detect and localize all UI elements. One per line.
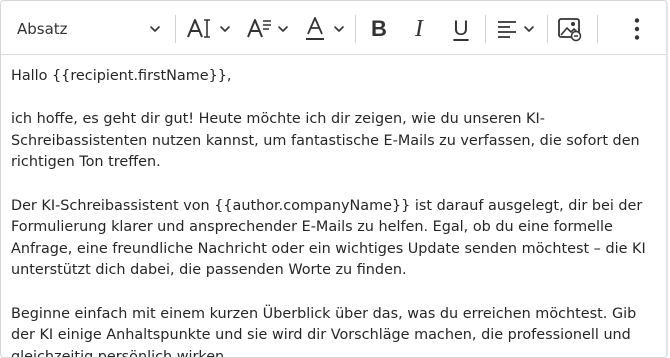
- underline-button[interactable]: U: [447, 12, 475, 46]
- italic-icon: I: [415, 15, 423, 42]
- insert-image-button[interactable]: [555, 12, 585, 46]
- toolbar-separator: [175, 15, 176, 43]
- more-icon: [634, 18, 640, 40]
- chevron-down-icon: [150, 26, 160, 32]
- paragraph-description: Der KI-Schreibassistent von {{author.com…: [11, 197, 646, 279]
- align-button[interactable]: [495, 12, 541, 46]
- text-size-icon: [187, 19, 230, 38]
- line-height-icon: [247, 19, 288, 38]
- block-format-select[interactable]: Absatz: [7, 11, 169, 47]
- bold-icon: B: [371, 16, 387, 41]
- italic-button[interactable]: I: [405, 12, 433, 46]
- editor-content-area[interactable]: Hallo {{recipient.firstName}}, ich hoffe…: [1, 56, 666, 357]
- paragraph-instructions: Beginne einfach mit einem kurzen Überbli…: [11, 305, 637, 357]
- bold-button[interactable]: B: [365, 12, 393, 46]
- toolbar-separator: [355, 15, 356, 43]
- text-color-button[interactable]: [303, 12, 351, 46]
- paragraph-greeting: Hallo {{recipient.firstName}},: [11, 68, 232, 84]
- toolbar-separator: [547, 15, 548, 43]
- image-icon: [558, 18, 582, 42]
- block-format-value: Absatz: [17, 20, 68, 38]
- toolbar-separator: [485, 15, 486, 43]
- toolbar-separator: [597, 15, 598, 43]
- paragraph-intro: ich hoffe, es geht dir gut! Heute möchte…: [11, 111, 640, 171]
- text-size-button[interactable]: [185, 12, 235, 46]
- editor-toolbar: Absatz B I U: [1, 1, 666, 55]
- font-style-button[interactable]: [245, 12, 293, 46]
- text-color-icon: [306, 17, 344, 40]
- rich-text-editor: Absatz B I U Hallo {{recipient.firstName…: [0, 0, 668, 358]
- underline-icon: U: [453, 17, 469, 40]
- more-options-button[interactable]: [625, 12, 649, 46]
- align-icon: [498, 21, 534, 38]
